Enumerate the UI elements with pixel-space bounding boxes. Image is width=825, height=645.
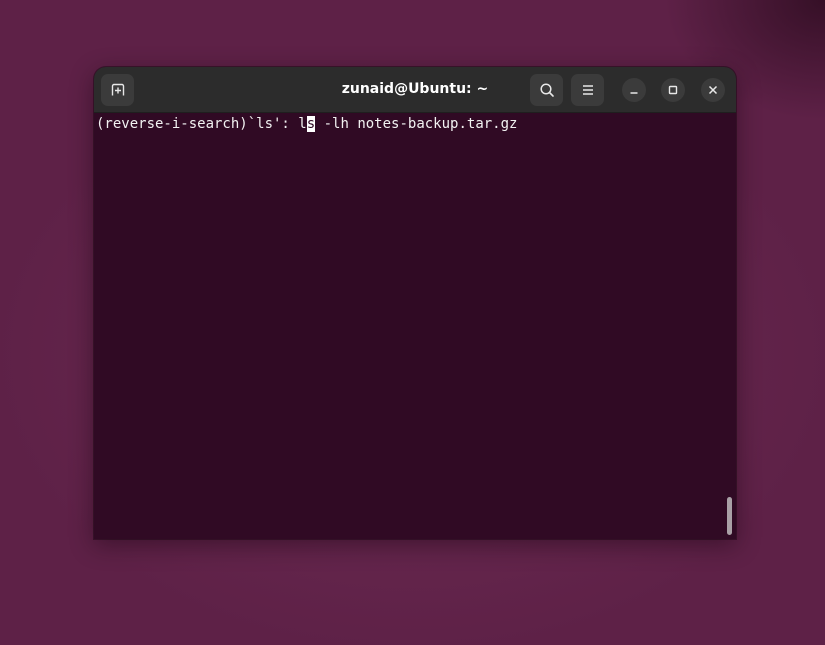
minimize-icon xyxy=(630,92,638,94)
close-button[interactable] xyxy=(701,78,725,102)
vertical-scrollbar[interactable] xyxy=(722,113,736,539)
match-text-before-cursor: l xyxy=(298,116,307,132)
terminal-window: zunaid@Ubuntu: ~ (reverse-i-search)`ls':… xyxy=(94,67,736,539)
text-cursor: s xyxy=(306,116,316,132)
scrollbar-thumb[interactable] xyxy=(727,497,732,535)
terminal-output-area[interactable]: (reverse-i-search)`ls': ls -lh notes-bac… xyxy=(94,113,736,539)
reverse-search-prompt: (reverse-i-search)`ls': xyxy=(96,116,299,132)
maximize-button[interactable] xyxy=(661,78,685,102)
hamburger-menu-icon xyxy=(582,85,593,95)
reverse-search-line: (reverse-i-search)`ls': ls -lh notes-bac… xyxy=(96,115,517,133)
search-button[interactable] xyxy=(530,74,563,106)
title-bar[interactable]: zunaid@Ubuntu: ~ xyxy=(94,67,736,113)
match-text-after-cursor: -lh notes-backup.tar.gz xyxy=(315,116,518,132)
window-title: zunaid@Ubuntu: ~ xyxy=(341,81,489,97)
maximize-icon xyxy=(668,85,678,95)
minimize-button[interactable] xyxy=(622,78,646,102)
search-icon xyxy=(539,83,554,97)
new-tab-button[interactable] xyxy=(101,74,134,106)
close-icon xyxy=(708,85,718,95)
new-tab-icon xyxy=(111,83,124,96)
menu-button[interactable] xyxy=(571,74,604,106)
